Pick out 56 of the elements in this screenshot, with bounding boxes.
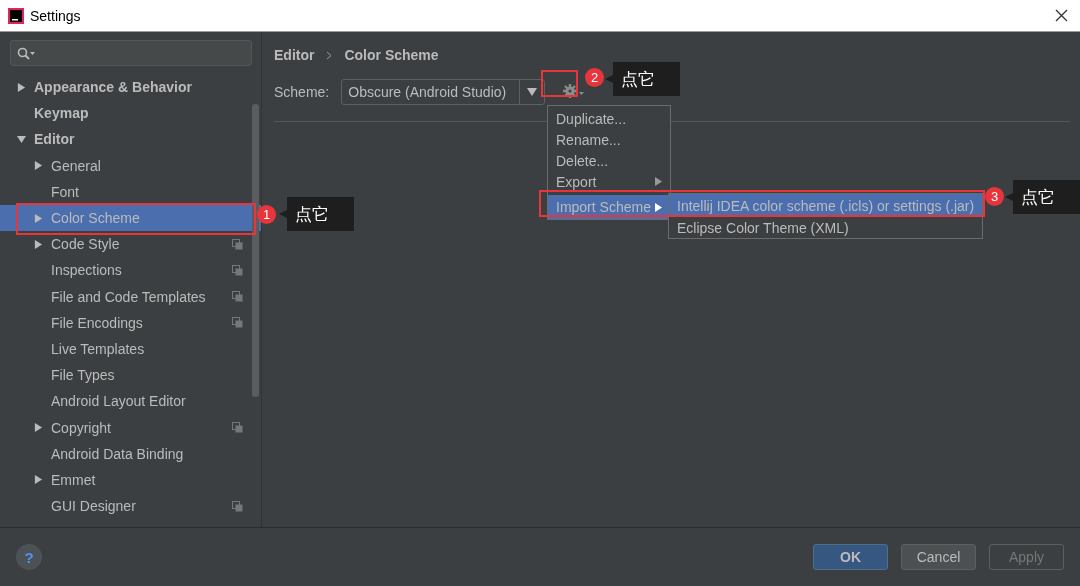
tree-item[interactable]: Keymap bbox=[0, 100, 261, 127]
copy-icon bbox=[232, 500, 243, 512]
copy-icon bbox=[232, 238, 243, 250]
scrollbar[interactable] bbox=[252, 104, 259, 397]
close-icon[interactable] bbox=[1055, 9, 1068, 22]
tree-item[interactable]: Font bbox=[0, 178, 261, 205]
copy-icon bbox=[232, 264, 243, 276]
expanded-arrow-icon[interactable] bbox=[527, 87, 538, 97]
breadcrumb-item: Editor bbox=[274, 47, 315, 63]
breadcrumb-item: Color Scheme bbox=[344, 47, 439, 63]
menu-item[interactable]: Export bbox=[548, 171, 670, 192]
callout: 点它 bbox=[279, 197, 354, 231]
collapsed-arrow-icon[interactable] bbox=[17, 82, 26, 92]
collapsed-arrow-icon[interactable] bbox=[34, 239, 43, 249]
tree-item[interactable]: File Types bbox=[0, 362, 261, 389]
callout: 点它 bbox=[1005, 180, 1080, 214]
tree-item[interactable]: Copyright bbox=[0, 414, 261, 441]
expanded-arrow-icon[interactable] bbox=[17, 134, 26, 144]
dialog-button[interactable]: Cancel bbox=[901, 544, 976, 570]
copy-icon bbox=[232, 291, 243, 303]
search-icon bbox=[17, 46, 35, 60]
scheme-dropdown[interactable]: Obscure (Android Studio) bbox=[341, 79, 546, 105]
submenu-arrow-icon bbox=[655, 177, 662, 186]
tree-item[interactable]: Android Data Binding bbox=[0, 440, 261, 467]
window-title: Settings bbox=[30, 7, 82, 24]
highlight-frame bbox=[541, 70, 578, 97]
tree-item[interactable]: Appearance & Behavior bbox=[0, 74, 261, 101]
tree-item[interactable]: Code Style bbox=[0, 231, 261, 258]
step-badge: 2 bbox=[585, 68, 604, 87]
scheme-label: Scheme: bbox=[274, 84, 330, 100]
collapsed-arrow-icon[interactable] bbox=[34, 213, 43, 223]
menu-item[interactable]: Eclipse Color Theme (XML) bbox=[669, 217, 983, 238]
callout: 点它 bbox=[605, 62, 680, 96]
app-logo-icon bbox=[8, 7, 24, 24]
chevron-icon bbox=[326, 50, 333, 60]
tree-item[interactable]: Emmet bbox=[0, 466, 261, 493]
collapsed-arrow-icon[interactable] bbox=[34, 423, 43, 433]
step-badge: 3 bbox=[985, 187, 1004, 206]
tree-item[interactable]: Android Layout Editor bbox=[0, 388, 261, 415]
tree-item[interactable]: Inspections bbox=[0, 257, 261, 284]
menu-item[interactable]: Delete... bbox=[548, 150, 670, 171]
tree-item[interactable]: File Encodings bbox=[0, 309, 261, 336]
tree-item[interactable]: File and Code Templates bbox=[0, 283, 261, 310]
tree-item[interactable]: GUI Designer bbox=[0, 493, 261, 520]
copy-icon bbox=[232, 422, 243, 434]
menu-item[interactable]: Duplicate... bbox=[548, 108, 670, 129]
search-field[interactable] bbox=[10, 40, 252, 66]
tree-item[interactable]: Live Templates bbox=[0, 335, 261, 363]
ok-button[interactable]: OK bbox=[813, 544, 888, 570]
tree-item[interactable]: Editor bbox=[0, 126, 261, 153]
tree-item[interactable]: General bbox=[0, 152, 261, 179]
collapsed-arrow-icon[interactable] bbox=[34, 161, 43, 171]
copy-icon bbox=[232, 317, 243, 329]
menu-item[interactable]: Rename... bbox=[548, 129, 670, 150]
collapsed-arrow-icon[interactable] bbox=[34, 475, 43, 485]
submenu-arrow-icon bbox=[655, 202, 662, 212]
